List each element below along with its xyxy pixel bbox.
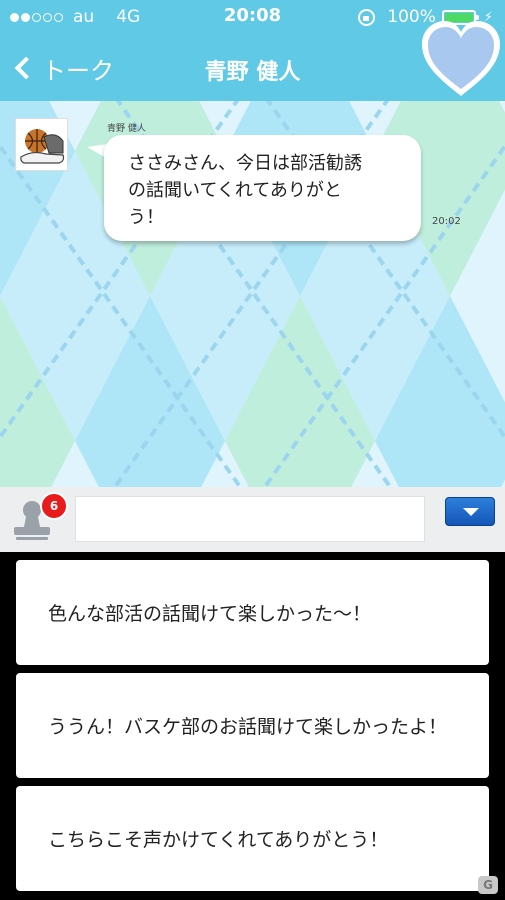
sender-name: 青野 健人: [107, 124, 146, 134]
basketball-shoes-icon: [20, 129, 65, 164]
triangle-down-icon: [463, 508, 479, 516]
rotation-lock-icon: [358, 8, 376, 26]
message-line: の話聞いてくれてありがと: [128, 180, 342, 201]
heart-icon[interactable]: [418, 18, 504, 100]
chat-area: 青野 健人 ささみさん、今日は部活勧誘 の話聞いてくれてありがと う！ 20:0…: [0, 101, 505, 487]
message-line: う！: [128, 207, 164, 228]
reply-option-label: こちらこそ声かけてくれてありがとう！: [48, 829, 389, 851]
toggle-choices-button[interactable]: [445, 497, 495, 526]
avatar[interactable]: [15, 118, 68, 171]
watermark-logo: G: [478, 876, 498, 894]
stamp-count-badge: 6: [40, 492, 68, 520]
reply-option-label: ううん！バスケ部のお話聞けて楽しかったよ！: [48, 716, 448, 738]
message-timestamp: 20:02: [432, 216, 461, 227]
reply-option-1[interactable]: 色んな部活の話聞けて楽しかった〜！: [16, 560, 489, 665]
reply-option-3[interactable]: こちらこそ声かけてくれてありがとう！: [16, 786, 489, 891]
message-input[interactable]: [75, 496, 425, 542]
reply-option-2[interactable]: ううん！バスケ部のお話聞けて楽しかったよ！: [16, 673, 489, 778]
message-bubble: ささみさん、今日は部活勧誘 の話聞いてくれてありがと う！: [104, 135, 421, 241]
reply-option-label: 色んな部活の話聞けて楽しかった〜！: [48, 603, 372, 625]
input-bar: 6: [0, 487, 505, 552]
message-line: ささみさん、今日は部活勧誘: [128, 153, 362, 174]
reply-choices: 色んな部活の話聞けて楽しかった〜！ ううん！バスケ部のお話聞けて楽しかったよ！ …: [0, 552, 505, 900]
